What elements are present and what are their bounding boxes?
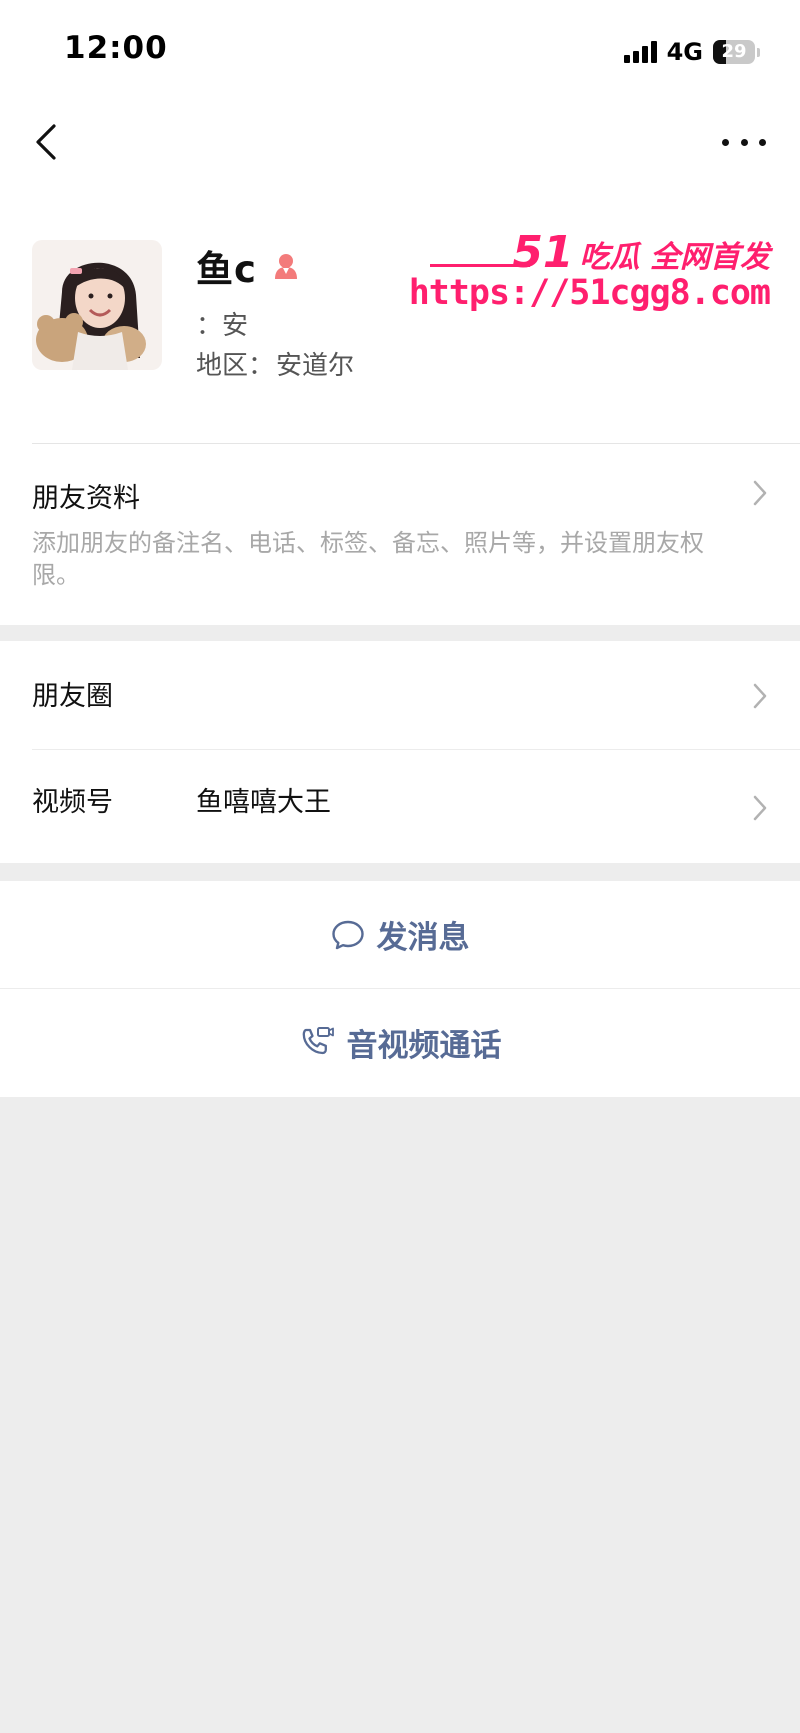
channels-label: 视频号 — [32, 787, 113, 818]
signal-icon — [623, 41, 657, 63]
watermark-title: 51 吃瓜 全网首发 — [512, 227, 770, 278]
actions: 发消息 音视频通话 — [0, 881, 800, 1097]
chevron-right-icon — [753, 795, 767, 821]
video-call-button[interactable]: 音视频通话 — [0, 989, 800, 1096]
region-label: 地区： — [196, 351, 275, 381]
status-time: 12:00 — [64, 30, 168, 66]
moments-item[interactable]: 朋友圈 — [0, 641, 800, 749]
phone-video-icon — [302, 1026, 334, 1054]
watermark-url: https://51cgg8.com — [408, 273, 771, 313]
network-type: 4G — [666, 38, 703, 66]
profile-name: 鱼c — [196, 248, 257, 291]
moments-label: 朋友圈 — [32, 681, 113, 712]
channels-value: 鱼嘻嘻大王 — [196, 787, 331, 818]
female-icon — [274, 254, 297, 279]
friend-info-title: 朋友资料 — [32, 483, 140, 514]
wechat-id: ：安 — [196, 311, 249, 341]
chevron-left-icon — [36, 124, 56, 160]
watermark-text: 吃瓜 全网首发 — [579, 240, 770, 275]
profile-links: 朋友圈 视频号 鱼嘻嘻大王 — [0, 641, 800, 863]
name-row: 鱼c — [196, 239, 301, 293]
chevron-right-icon — [753, 683, 767, 709]
profile-header: 鱼c ：安 地区：安道尔 51 吃瓜 全网首发 https://51cgg8.co… — [0, 185, 800, 443]
video-call-label: 音视频通话 — [346, 1028, 502, 1064]
watermark: 51 吃瓜 全网首发 https://51cgg8.com — [409, 227, 771, 315]
more-dots-icon — [722, 138, 729, 146]
send-message-button[interactable]: 发消息 — [0, 881, 800, 988]
chevron-right-icon — [753, 480, 767, 506]
avatar[interactable] — [32, 240, 162, 370]
friend-info-item[interactable]: 朋友资料 添加朋友的备注名、电话、标签、备忘、照片等，并设置朋友权限。 — [0, 443, 800, 625]
status-indicators: 4G 29 — [623, 36, 760, 68]
region: 地区：安道尔 — [196, 345, 354, 382]
battery-level: 29 — [721, 41, 747, 62]
battery-icon: 29 — [713, 40, 755, 64]
friend-info-description: 添加朋友的备注名、电话、标签、备忘、照片等，并设置朋友权限。 — [32, 529, 704, 589]
chat-bubble-icon — [331, 920, 364, 949]
watermark-number: 51 — [512, 227, 574, 278]
more-button[interactable] — [722, 125, 766, 159]
back-button[interactable] — [28, 120, 68, 164]
region-value: 安道尔 — [276, 351, 355, 381]
send-message-label: 发消息 — [376, 920, 470, 956]
nav-bar — [0, 100, 800, 185]
status-bar: 12:00 4G 29 — [0, 0, 800, 100]
channels-item[interactable]: 视频号 鱼嘻嘻大王 — [0, 750, 800, 858]
